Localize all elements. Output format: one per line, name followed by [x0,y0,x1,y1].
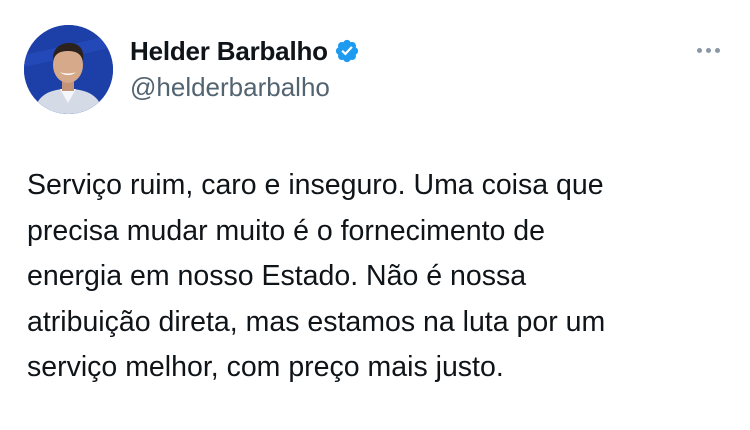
verified-badge-icon[interactable] [334,38,360,64]
tweet-card: Helder Barbalho @helderbarbalho Serviço … [0,0,750,430]
tweet-text-line: serviço melhor, com preço mais justo. [27,351,504,383]
tweet-text-line: energia em nosso Estado. Não é nossa [27,260,527,292]
author-display-name[interactable]: Helder Barbalho [130,36,328,67]
tweet-text-line: atribuição direta, mas estamos na luta p… [27,305,606,338]
tweet-text-line: Serviço ruim, caro e inseguro. Uma coisa… [27,169,604,201]
author-avatar[interactable] [24,25,113,114]
more-options-icon[interactable] [690,36,726,64]
author-handle[interactable]: @helderbarbalho [130,72,330,103]
avatar-photo [24,25,113,114]
tweet-text-line: precisa mudar muito é o fornecimento de [27,214,546,247]
tweet-text: Serviço ruim, caro e inseguro. Uma coisa… [27,163,727,391]
author-name-row: Helder Barbalho [130,32,360,70]
